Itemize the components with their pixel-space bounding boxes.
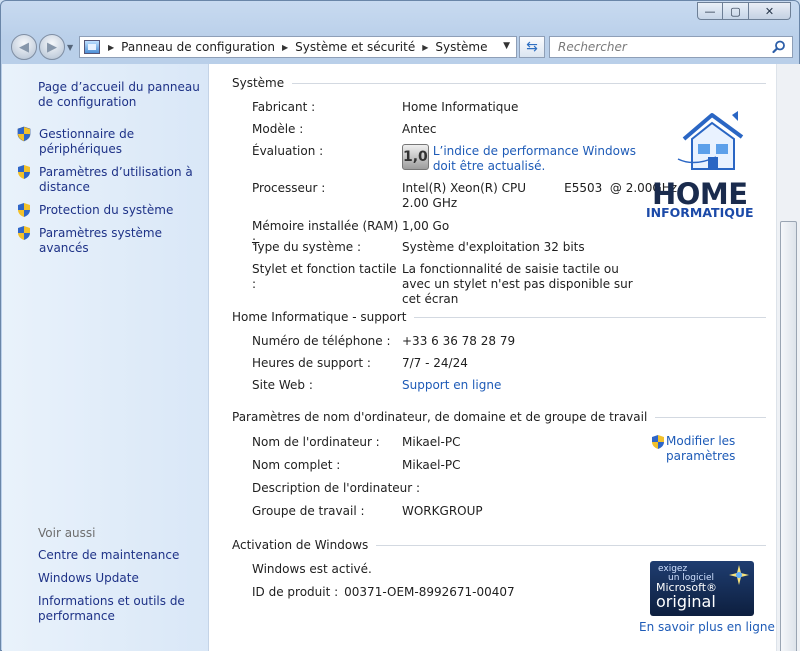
see-also-action-center[interactable]: Centre de maintenance xyxy=(38,548,203,563)
sidebar-item-remote-settings[interactable]: Paramètres d’utilisation à distance xyxy=(16,165,206,195)
scrollbar-thumb[interactable] xyxy=(780,221,797,651)
chevron-right-icon[interactable]: ▶ xyxy=(422,43,428,52)
activation-section-heading: Activation de Windows xyxy=(232,538,766,552)
performance-index-badge: 1,0 xyxy=(402,144,429,170)
genuine-microsoft-badge[interactable]: exigez un logiciel Microsoft® original xyxy=(650,561,754,616)
refresh-icon: ⇆ xyxy=(526,39,538,55)
close-icon: ✕ xyxy=(764,4,775,18)
sidebar-item-label: Gestionnaire de périphériques xyxy=(39,127,135,156)
sidebar-item-label: Paramètres système avancés xyxy=(39,226,162,255)
sidebar-item-system-protection[interactable]: Protection du système xyxy=(16,203,206,218)
sidebar-item-advanced-settings[interactable]: Paramètres système avancés xyxy=(16,226,206,256)
minimize-button[interactable]: — xyxy=(697,2,723,20)
breadcrumb-system[interactable]: Système xyxy=(435,40,487,54)
search-box xyxy=(549,36,793,58)
uac-shield-icon xyxy=(18,226,30,240)
phone-row: Numéro de téléphone : +33 6 36 78 28 79 xyxy=(252,334,516,348)
workgroup-row: Groupe de travail : WORKGROUP xyxy=(252,504,483,518)
search-input[interactable] xyxy=(558,40,758,54)
see-also-performance-tools[interactable]: Informations et outils de performance xyxy=(38,594,203,624)
recent-pages-dropdown[interactable]: ▼ xyxy=(67,43,73,52)
address-bar[interactable]: ▶ Panneau de configuration ▶ Système et … xyxy=(79,36,517,58)
logo-informatique-text: INFORMATIQUE xyxy=(646,205,754,220)
see-also-list: Centre de maintenance Windows Update Inf… xyxy=(38,548,203,632)
close-button[interactable]: ✕ xyxy=(749,2,791,20)
uac-shield-icon xyxy=(652,435,664,449)
control-panel-icon xyxy=(84,40,100,54)
system-type-row: Type du système : Système d'exploitation… xyxy=(252,240,585,254)
performance-index-link[interactable]: L’indice de performance Windows doit êtr… xyxy=(433,144,647,174)
pen-touch-row: Stylet et fonction tactile : La fonction… xyxy=(252,262,633,306)
sidebar-item-label: Paramètres d’utilisation à distance xyxy=(39,165,193,194)
star-icon xyxy=(729,565,749,585)
uac-shield-icon xyxy=(18,203,30,217)
computer-name-section-heading: Paramètres de nom d'ordinateur, de domai… xyxy=(232,410,766,424)
arrow-left-icon: ◀ xyxy=(19,39,29,55)
sidebar-home-link[interactable]: Page d’accueil du panneau de configurati… xyxy=(38,80,203,110)
support-online-link[interactable]: Support en ligne xyxy=(402,378,652,393)
system-section-heading: Système xyxy=(232,76,766,90)
sidebar-task-list: Gestionnaire de périphériques Paramètres… xyxy=(16,126,206,264)
navigation-bar: ◀ ▶ ▼ ▶ Panneau de configuration ▶ Systè… xyxy=(1,33,800,61)
see-also-heading: Voir aussi xyxy=(38,526,96,540)
main-content: Système Fabricant : Home Informatique Mo… xyxy=(209,64,786,651)
house-icon xyxy=(677,111,744,170)
refresh-button[interactable]: ⇆ xyxy=(519,36,545,58)
chevron-right-icon[interactable]: ▶ xyxy=(108,43,114,52)
breadcrumb-control-panel[interactable]: Panneau de configuration xyxy=(121,40,275,54)
arrow-right-icon: ▶ xyxy=(47,39,57,55)
search-icon[interactable] xyxy=(772,40,786,54)
support-section-heading: Home Informatique - support xyxy=(232,310,766,324)
vertical-scrollbar[interactable] xyxy=(776,64,800,651)
uac-shield-icon xyxy=(18,165,30,179)
back-button[interactable]: ◀ xyxy=(11,34,37,60)
uac-shield-icon xyxy=(17,126,31,142)
oem-logo: HOME INFORMATIQUE xyxy=(646,109,768,229)
forward-button[interactable]: ▶ xyxy=(39,34,65,60)
sidebar-item-device-manager[interactable]: Gestionnaire de périphériques xyxy=(16,126,206,157)
caption-buttons: — ▢ ✕ xyxy=(697,2,791,20)
window-frame: — ▢ ✕ ◀ ▶ ▼ ▶ Panneau de configuration ▶… xyxy=(0,0,800,651)
minimize-icon: — xyxy=(704,4,716,18)
maximize-icon: ▢ xyxy=(730,4,741,18)
computer-description-row: Description de l'ordinateur : xyxy=(252,481,421,495)
modify-settings-label: Modifier les paramètres xyxy=(666,434,736,463)
sidebar-item-label: Protection du système xyxy=(39,203,174,217)
chevron-down-icon[interactable]: ▼ xyxy=(503,41,510,51)
chevron-right-icon[interactable]: ▶ xyxy=(282,43,288,52)
support-hours-row: Heures de support : 7/7 - 24/24 xyxy=(252,356,468,370)
sidebar: Page d’accueil du panneau de configurati… xyxy=(2,64,209,651)
breadcrumb-system-security[interactable]: Système et sécurité xyxy=(295,40,415,54)
website-row: Site Web : Support en ligne xyxy=(252,378,752,393)
learn-more-online-link[interactable]: En savoir plus en ligne... xyxy=(639,620,786,634)
see-also-windows-update[interactable]: Windows Update xyxy=(38,571,203,586)
maximize-button[interactable]: ▢ xyxy=(723,2,749,20)
